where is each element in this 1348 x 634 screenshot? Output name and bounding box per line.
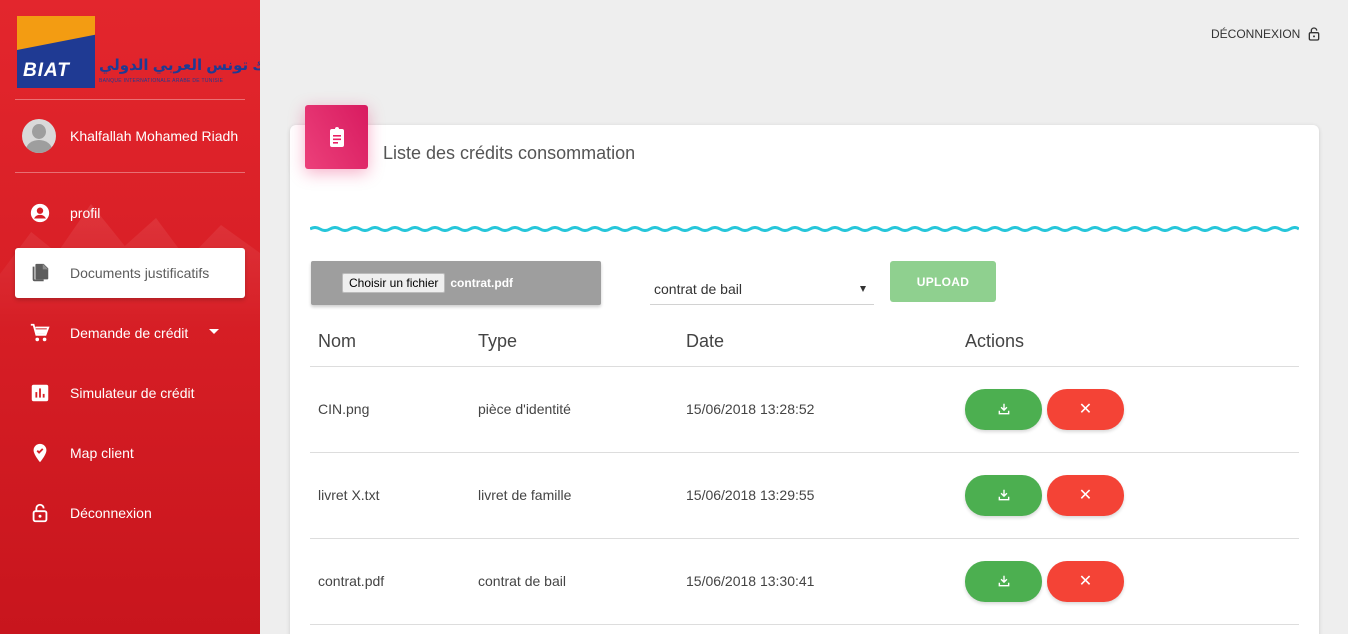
download-button[interactable] [965,388,1042,430]
sidebar-item-profil[interactable]: profil [15,188,245,238]
user-profile[interactable]: Khalfallah Mohamed Riadh [22,119,238,153]
upload-button[interactable]: UPLOAD [890,261,996,302]
sidebar-item-label: Simulateur de crédit [70,385,195,401]
bar-chart-icon [29,382,51,404]
sidebar-item-label: Déconnexion [70,505,152,521]
download-icon [998,575,1009,587]
sidebar-item-map-client[interactable]: Map client [15,428,245,478]
card-title: Liste des crédits consommation [383,143,636,163]
table-row: contrat.pdf contrat de bail 15/06/2018 1… [310,538,1299,625]
cell-actions: ✕ [957,538,1299,625]
dropdown-arrow-icon [860,286,866,292]
logout-label: DÉCONNEXION [1211,27,1301,41]
cell-date: 15/06/2018 13:28:52 [678,366,957,453]
account-circle-icon [29,202,51,224]
selected-file-name: contrat.pdf [450,276,514,290]
cart-icon [29,322,51,344]
brand-logo[interactable]: BIAT بنك تونس العربي الدولي BANQUE INTER… [17,16,260,90]
cell-actions: ✕ [957,366,1299,453]
delete-button[interactable]: ✕ [1047,474,1124,516]
choose-file-button[interactable]: Choisir un fichier [342,273,446,293]
download-button[interactable] [965,474,1042,516]
sidebar-item-label: Documents justificatifs [70,265,210,281]
close-icon: ✕ [1078,401,1093,418]
cell-date: 15/06/2018 13:30:41 [678,538,957,625]
sidebar-nav: profil Documents justificatifs Demande d… [15,188,245,548]
sidebar-item-demande-credit[interactable]: Demande de crédit [15,308,245,358]
chevron-down-icon[interactable] [209,329,219,334]
sidebar-item-deconnexion[interactable]: Déconnexion [15,488,245,538]
document-type-select[interactable]: contrat de bail [650,273,874,305]
header-type: Type [470,318,678,367]
table-row: livret X.txt livret de famille 15/06/201… [310,452,1299,539]
table-row: CIN.png pièce d'identité 15/06/2018 13:2… [310,366,1299,453]
close-icon: ✕ [1078,573,1093,590]
avatar [22,119,56,153]
cell-type: pièce d'identité [470,366,678,453]
sidebar: BIAT بنك تونس العربي الدولي BANQUE INTER… [0,0,260,634]
location-check-icon [29,442,51,464]
cell-date: 15/06/2018 13:29:55 [678,452,957,539]
logo-subtitle: BANQUE INTERNATIONALE ARABE DE TUNISIE [99,78,224,84]
header-nom: Nom [310,318,470,367]
cell-nom: contrat.pdf [310,538,470,625]
divider [15,99,245,100]
wave-divider [310,226,1299,232]
lock-icon [29,502,51,524]
sidebar-item-label: profil [70,205,101,221]
sidebar-item-label: Demande de crédit [70,325,189,341]
lock-icon [1309,27,1320,41]
sidebar-item-documents[interactable]: Documents justificatifs [15,248,245,298]
cell-type: livret de famille [470,452,678,539]
table-header-row: Nom Type Date Actions [310,318,1299,367]
cell-type: contrat de bail [470,538,678,625]
delete-button[interactable]: ✕ [1047,560,1124,602]
user-name: Khalfallah Mohamed Riadh [70,128,239,144]
close-icon: ✕ [1078,487,1093,504]
divider [15,172,245,173]
file-input[interactable]: Choisir un fichier contrat.pdf [311,261,601,305]
documents-table: Nom Type Date Actions CIN.png pièce d'id… [310,318,1299,625]
sidebar-item-simulateur[interactable]: Simulateur de crédit [15,368,245,418]
logo-arabic-text: بنك تونس العربي الدولي [99,57,260,74]
download-icon [998,403,1009,415]
download-icon [998,489,1009,501]
cell-actions: ✕ [957,452,1299,539]
cell-nom: CIN.png [310,366,470,453]
clipboard-icon [305,105,368,169]
header-date: Date [678,318,957,367]
cell-nom: livret X.txt [310,452,470,539]
logout-link[interactable]: DÉCONNEXION [1211,26,1322,42]
header-actions: Actions [957,318,1299,367]
delete-button[interactable]: ✕ [1047,388,1124,430]
select-value: contrat de bail [654,280,742,297]
logo-text: BIAT [23,60,70,81]
documents-icon [29,262,51,284]
download-button[interactable] [965,560,1042,602]
sidebar-item-label: Map client [70,445,134,461]
logo-mark: BIAT [17,16,95,88]
